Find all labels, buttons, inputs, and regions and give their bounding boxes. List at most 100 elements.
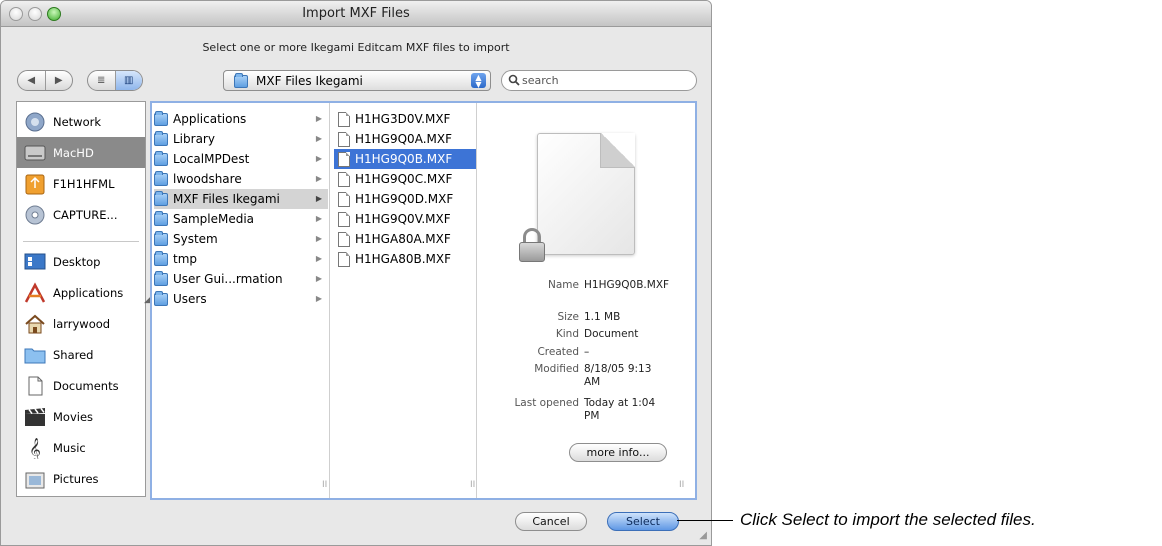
list-item-file[interactable]: H1HGA80B.MXF — [334, 249, 476, 269]
disclosure-arrow-icon: ▶ — [315, 234, 322, 243]
applications-folder-icon — [154, 110, 168, 126]
sidebar-item-applications[interactable]: Applications — [17, 277, 145, 308]
disclosure-arrow-icon: ▶ — [315, 174, 322, 183]
sidebar-item-label: Documents — [53, 378, 119, 393]
column-browser: Applications ▶ Library ▶ LocalMPDest ▶ lwoo… — [150, 101, 697, 500]
list-item-label: Users — [173, 292, 207, 306]
list-item-user-guide-information[interactable]: User Gui...rmation ▶ — [154, 269, 328, 289]
list-item-label: lwoodshare — [173, 172, 242, 186]
search-icon — [508, 74, 520, 89]
list-item-localmpdest[interactable]: LocalMPDest ▶ — [154, 149, 328, 169]
info-value: 1.1 MB — [584, 311, 621, 323]
folder-icon — [154, 250, 168, 266]
list-item-file[interactable]: H1HG9Q0V.MXF — [334, 209, 476, 229]
list-item-label: H1HG9Q0C.MXF — [355, 172, 453, 186]
sidebar-item-label: Desktop — [53, 254, 101, 269]
folder-icon — [234, 73, 248, 88]
applications-icon — [23, 281, 47, 304]
sidebar-divider — [23, 241, 139, 242]
disclosure-arrow-icon: ▶ — [315, 154, 322, 163]
list-item-label: System — [173, 232, 218, 246]
sidebar-item-shared[interactable]: Shared — [17, 339, 145, 370]
music-icon: 𝄞 — [23, 437, 47, 462]
list-item-applications[interactable]: Applications ▶ — [154, 109, 328, 129]
sidebar-item-machd[interactable]: MacHD — [17, 137, 145, 168]
list-item-samplemedia[interactable]: SampleMedia ▶ — [154, 209, 328, 229]
movies-icon — [23, 406, 47, 428]
info-label: Last opened — [514, 397, 579, 409]
info-value: 8/18/05 9:13 AM — [584, 363, 652, 388]
documents-icon — [23, 375, 47, 397]
document-icon — [338, 111, 350, 127]
network-icon — [23, 111, 47, 133]
list-item-library[interactable]: Library ▶ — [154, 129, 328, 149]
list-item-file[interactable]: H1HG3D0V.MXF — [334, 109, 476, 129]
browser-column-2: H1HG3D0V.MXF H1HG9Q0A.MXF H1HG9Q0B.MXF H… — [332, 103, 477, 498]
list-item-system[interactable]: System ▶ — [154, 229, 328, 249]
list-item-file[interactable]: H1HGA80A.MXF — [334, 229, 476, 249]
search-input[interactable] — [522, 73, 688, 88]
column-view-icon[interactable]: ▥ — [114, 71, 142, 90]
folder-icon — [154, 210, 168, 226]
list-item-mxf-files-ikegami[interactable]: MXF Files Ikegami ▶ — [154, 189, 328, 209]
list-view-icon[interactable]: ≣ — [88, 71, 115, 90]
sidebar-item-label: F1H1HFML — [53, 176, 115, 191]
users-folder-icon — [154, 290, 168, 306]
sidebar-item-capture[interactable]: CAPTURE... — [17, 199, 145, 230]
info-value: H1HG9Q0B.MXF — [584, 279, 670, 291]
sidebar-item-documents[interactable]: Documents — [17, 370, 145, 401]
list-item-file[interactable]: H1HG9Q0C.MXF — [334, 169, 476, 189]
column-resize-handle[interactable]: II — [322, 480, 327, 490]
disclosure-arrow-icon: ▶ — [315, 114, 322, 123]
list-item-users[interactable]: Users ▶ — [154, 289, 328, 309]
sidebar-item-label: Music — [53, 440, 86, 455]
list-item-label: User Gui...rmation — [173, 272, 283, 286]
library-folder-icon — [154, 130, 168, 146]
disclosure-arrow-icon: ▶ — [315, 134, 322, 143]
document-icon — [338, 171, 350, 187]
list-item-label: H1HG9Q0D.MXF — [355, 192, 454, 206]
list-item-file[interactable]: H1HG9Q0D.MXF — [334, 189, 476, 209]
list-item-label: H1HGA80B.MXF — [355, 252, 451, 266]
document-icon — [338, 191, 350, 207]
list-item-label: H1HG9Q0A.MXF — [355, 132, 452, 146]
select-button[interactable]: Select — [607, 512, 679, 531]
sidebar-item-network[interactable]: Network — [17, 106, 145, 137]
list-item-label: H1HGA80A.MXF — [355, 232, 451, 246]
folder-icon — [154, 150, 168, 166]
resize-grip-icon[interactable]: ◢ — [699, 530, 707, 541]
import-dialog: Import MXF Files Select one or more Ikeg… — [0, 0, 712, 546]
sidebar-item-desktop[interactable]: Desktop — [17, 246, 145, 277]
dialog-message: Select one or more Ikegami Editcam MXF f… — [202, 41, 510, 54]
column-resize-handle[interactable]: II — [679, 480, 684, 490]
preview-column: Name H1HG9Q0B.MXF Size 1.1 MB Kind Docum… — [479, 103, 695, 498]
document-preview-icon — [537, 133, 635, 255]
sidebar-item-pictures[interactable]: Pictures — [17, 463, 145, 494]
sidebar-item-label: Shared — [53, 347, 94, 362]
column-resize-handle[interactable]: II — [470, 480, 475, 490]
disclosure-arrow-icon: ▶ — [315, 254, 322, 263]
list-item-file-selected[interactable]: H1HG9Q0B.MXF — [334, 149, 476, 169]
list-item-label: tmp — [173, 252, 198, 266]
more-info-button[interactable]: more info... — [569, 443, 667, 462]
window-title: Import MXF Files — [302, 6, 410, 21]
cancel-button[interactable]: Cancel — [515, 512, 587, 531]
sidebar-item-larrywood[interactable]: larrywood — [17, 308, 145, 339]
list-item-tmp[interactable]: tmp ▶ — [154, 249, 328, 269]
list-item-lwoodshare[interactable]: lwoodshare ▶ — [154, 169, 328, 189]
list-item-file[interactable]: H1HG9Q0A.MXF — [334, 129, 476, 149]
sidebar-item-f1h1hfml[interactable]: F1H1HFML — [17, 168, 145, 199]
folder-icon — [23, 344, 47, 366]
sidebar-item-music[interactable]: 𝄞 Music — [17, 432, 145, 463]
back-icon[interactable]: ◀ — [18, 71, 45, 90]
sidebar-item-movies[interactable]: Movies — [17, 401, 145, 432]
back-forward-control: ◀ ▶ — [17, 70, 73, 91]
forward-icon[interactable]: ▶ — [44, 71, 73, 90]
sidebar: Network MacHD F1H1HFML CAPTURE... Deskto… — [16, 101, 146, 497]
list-item-label: H1HG9Q0V.MXF — [355, 212, 451, 226]
location-popup[interactable]: MXF Files Ikegami ▲ ▼ — [223, 70, 491, 91]
disclosure-arrow-icon: ▶ — [315, 294, 322, 303]
document-icon — [338, 151, 350, 167]
sidebar-item-label: Movies — [53, 409, 94, 424]
info-value: Document — [584, 328, 639, 340]
